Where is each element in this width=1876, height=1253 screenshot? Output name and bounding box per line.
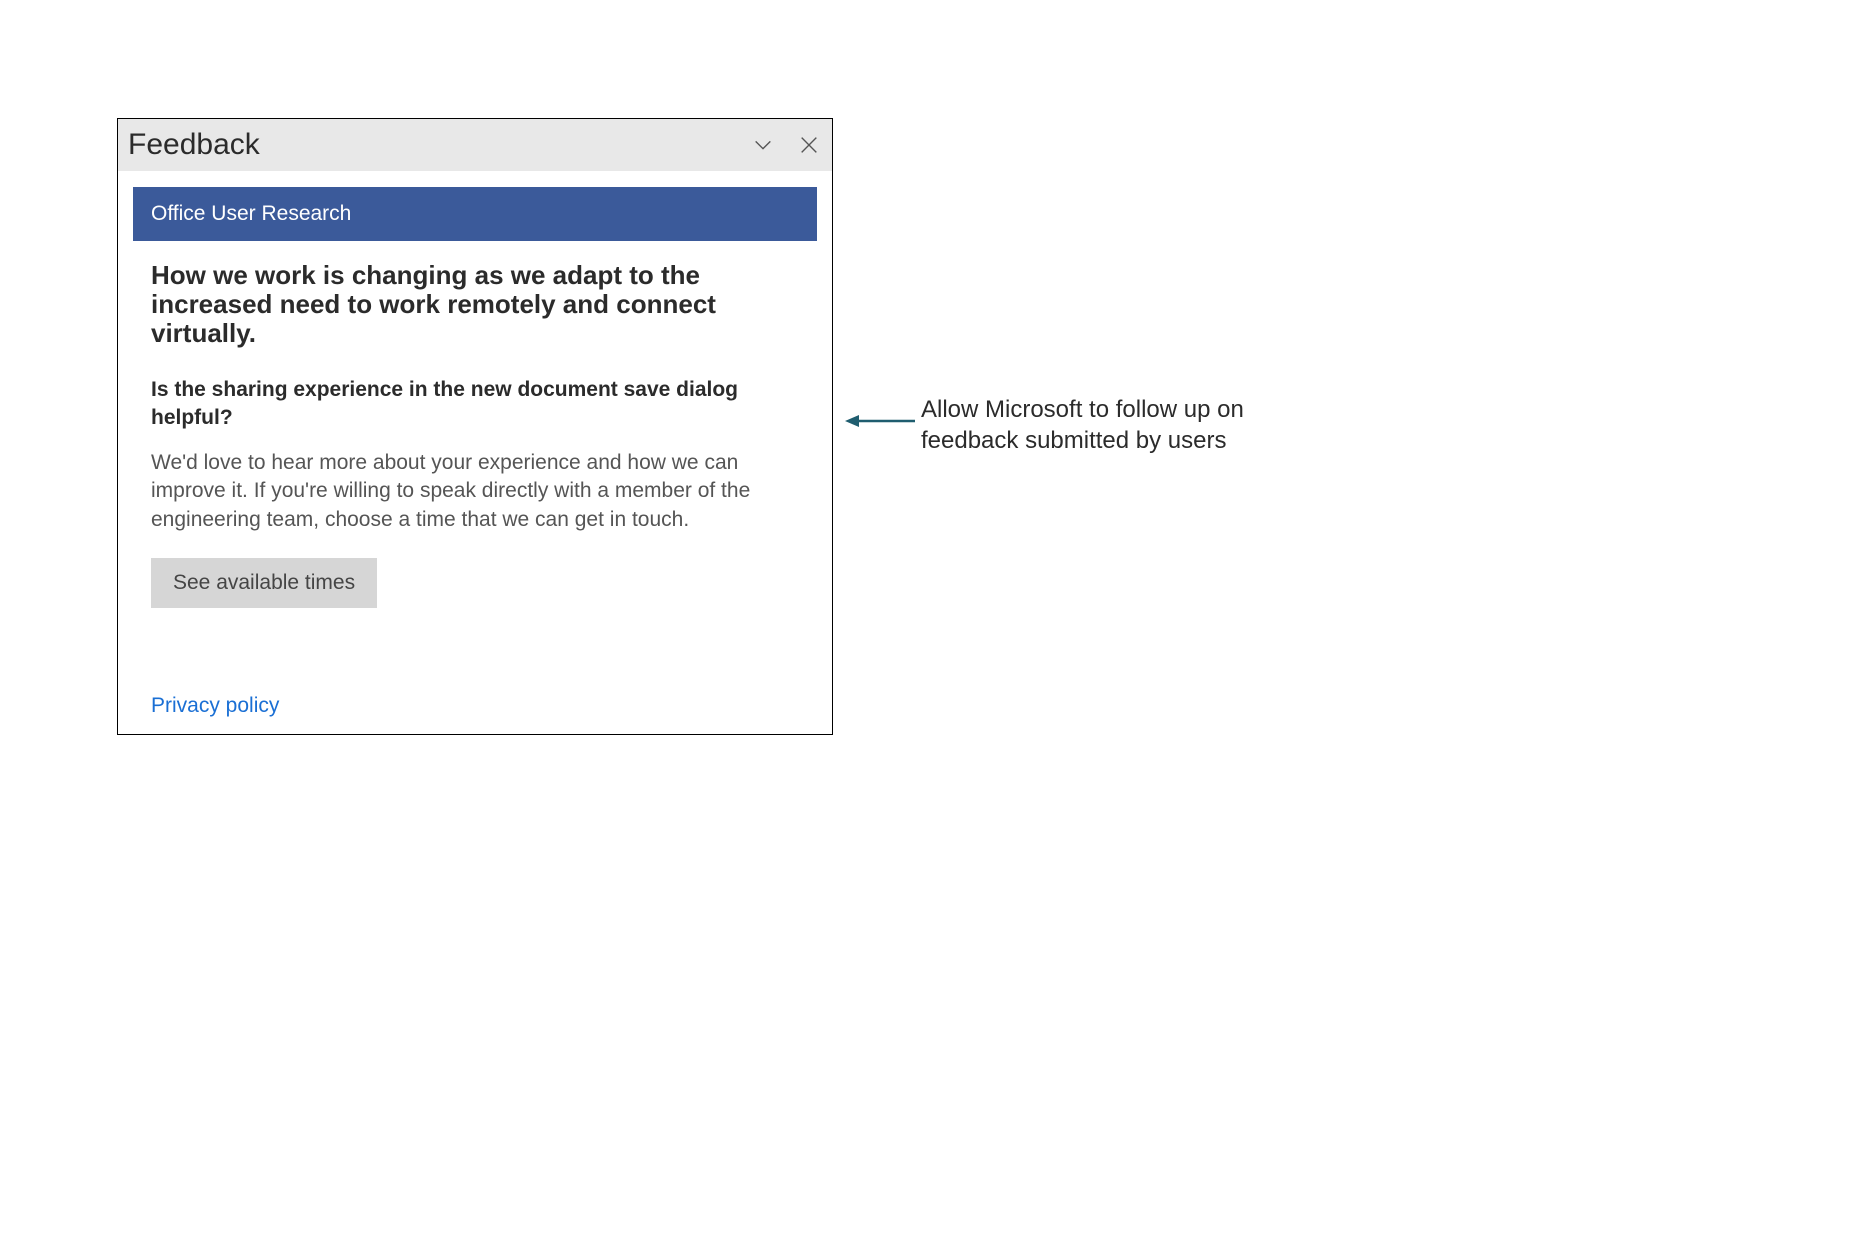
chevron-down-icon[interactable] [752,134,774,156]
panel-header: Feedback [118,119,832,171]
question-heading: Is the sharing experience in the new doc… [151,376,799,431]
feedback-panel: Feedback Office User Research How we wor… [117,118,833,735]
research-banner: Office User Research [133,187,817,241]
main-heading: How we work is changing as we adapt to t… [151,261,799,348]
annotation-label: Allow Microsoft to follow up on feedback… [921,394,1321,456]
see-available-times-button[interactable]: See available times [151,558,377,608]
header-controls [752,134,820,156]
close-icon[interactable] [798,134,820,156]
privacy-policy-link[interactable]: Privacy policy [151,694,279,718]
body-description: We'd love to hear more about your experi… [151,449,799,534]
annotation-arrow-icon [845,413,915,434]
panel-title: Feedback [128,128,752,162]
panel-body: Office User Research How we work is chan… [118,171,832,608]
